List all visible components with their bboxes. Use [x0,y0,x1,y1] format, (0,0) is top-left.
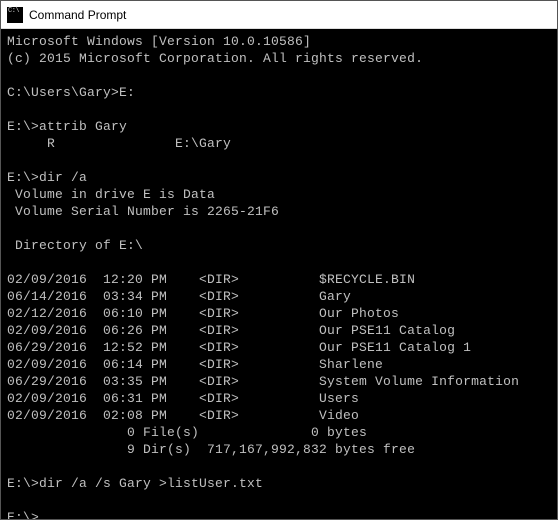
prompt-line: E:\>dir /a /s Gary >listUser.txt [7,476,263,491]
window-title: Command Prompt [29,8,126,22]
terminal-output[interactable]: Microsoft Windows [Version 10.0.10586] (… [1,29,557,519]
dir-entry: 06/14/2016 03:34 PM <DIR> Gary [7,289,351,304]
dir-summary-dirs: 9 Dir(s) 717,167,992,832 bytes free [7,442,415,457]
dir-entry: 02/09/2016 02:08 PM <DIR> Video [7,408,359,423]
copyright-line: (c) 2015 Microsoft Corporation. All righ… [7,51,423,66]
dir-entry: 06/29/2016 12:52 PM <DIR> Our PSE11 Cata… [7,340,471,355]
cmd-icon [7,7,23,23]
attrib-output: R E:\Gary [7,136,231,151]
prompt-line: C:\Users\Gary>E: [7,85,135,100]
dir-entry: 02/09/2016 06:14 PM <DIR> Sharlene [7,357,383,372]
dir-entry: 02/12/2016 06:10 PM <DIR> Our Photos [7,306,399,321]
dir-entry: 02/09/2016 06:31 PM <DIR> Users [7,391,359,406]
dir-entry: 06/29/2016 03:35 PM <DIR> System Volume … [7,374,519,389]
prompt-current: E:\> [7,510,39,519]
prompt-line: E:\>dir /a [7,170,87,185]
prompt-line: E:\>attrib Gary [7,119,127,134]
window-titlebar: Command Prompt [1,1,557,29]
directory-of: Directory of E:\ [7,238,143,253]
dir-summary-files: 0 File(s) 0 bytes [7,425,367,440]
volume-label: Volume in drive E is Data [7,187,215,202]
dir-entry: 02/09/2016 12:20 PM <DIR> $RECYCLE.BIN [7,272,415,287]
os-header: Microsoft Windows [Version 10.0.10586] [7,34,311,49]
volume-serial: Volume Serial Number is 2265-21F6 [7,204,279,219]
dir-entry: 02/09/2016 06:26 PM <DIR> Our PSE11 Cata… [7,323,455,338]
